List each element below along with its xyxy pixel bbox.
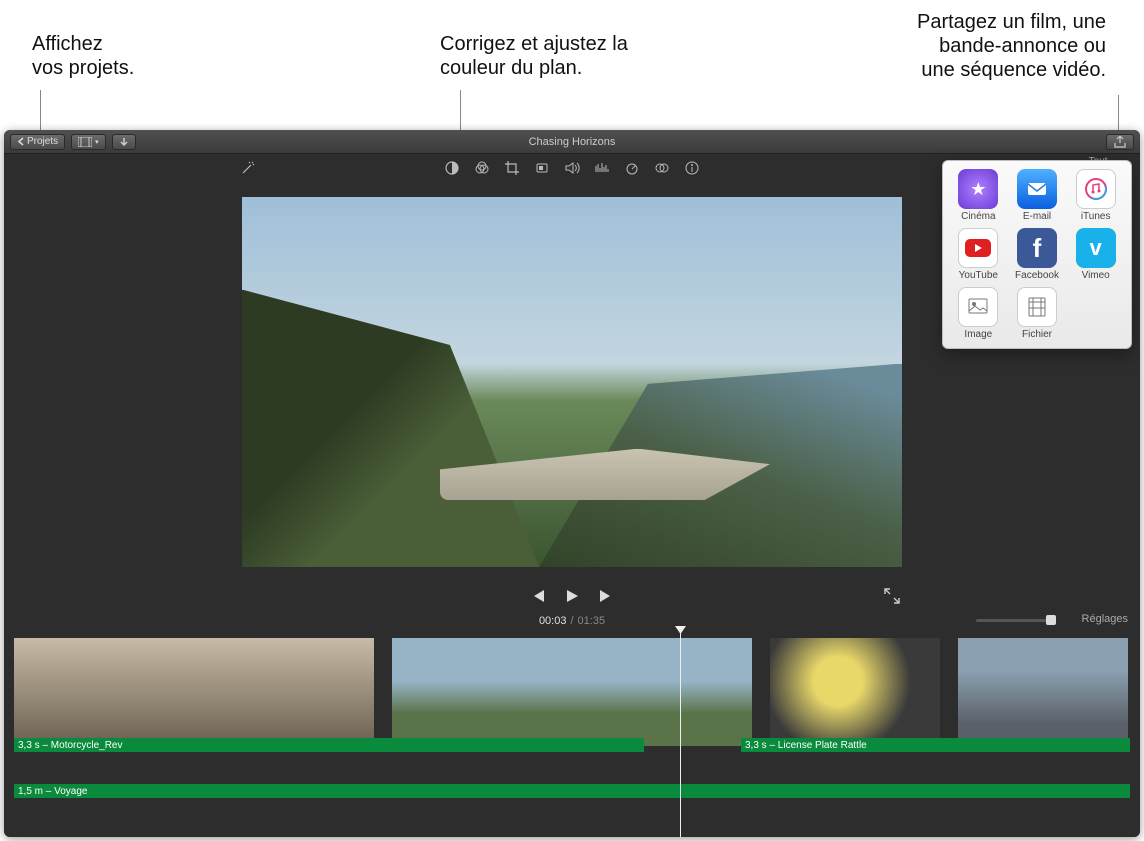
- back-label: Projets: [27, 136, 58, 147]
- video-track: [14, 638, 1130, 750]
- preview-frame[interactable]: [242, 197, 902, 567]
- timeline-clip[interactable]: [770, 638, 940, 746]
- youtube-icon: [958, 228, 998, 268]
- magic-wand-icon[interactable]: [240, 160, 256, 176]
- music-clip[interactable]: 1,5 m – Voyage: [14, 784, 1130, 798]
- callout-text: couleur du plan.: [440, 56, 628, 80]
- share-option-facebook[interactable]: f Facebook: [1008, 228, 1067, 281]
- callout-text: Partagez un film, une: [826, 10, 1106, 34]
- share-option-email[interactable]: E-mail: [1008, 169, 1067, 222]
- itunes-icon: [1076, 169, 1116, 209]
- share-popover: ★ Cinéma E-mail iTunes YouTube f Faceboo…: [942, 160, 1132, 349]
- share-label: Facebook: [1015, 270, 1059, 281]
- color-correction-icon[interactable]: [474, 160, 490, 176]
- import-button[interactable]: [112, 134, 136, 150]
- project-title: Chasing Horizons: [529, 136, 616, 148]
- playhead[interactable]: [680, 632, 681, 837]
- app-window: Projets ▾ Chasing Horizons: [4, 130, 1140, 837]
- callout-color: Corrigez et ajustez la couleur du plan.: [440, 32, 628, 80]
- file-icon: [1017, 287, 1057, 327]
- facebook-icon: f: [1017, 228, 1057, 268]
- share-option-vimeo[interactable]: v Vimeo: [1066, 228, 1125, 281]
- fullscreen-button[interactable]: [884, 588, 900, 604]
- callout-text: bande-annonce ou: [826, 34, 1106, 58]
- library-view-button[interactable]: ▾: [71, 134, 106, 150]
- callout-leader-line: [1118, 95, 1119, 132]
- clip-thumbnail: [392, 638, 572, 746]
- share-option-file[interactable]: Fichier: [1008, 287, 1067, 340]
- noise-reduction-icon[interactable]: [594, 160, 610, 176]
- timeline[interactable]: 3,3 s – Motorcycle_Rev 3,3 s – License P…: [4, 632, 1140, 837]
- download-arrow-icon: [119, 137, 129, 147]
- crop-icon[interactable]: [504, 160, 520, 176]
- clip-thumbnail: [194, 638, 374, 746]
- settings-button[interactable]: Réglages: [1082, 613, 1128, 625]
- speed-icon[interactable]: [624, 160, 640, 176]
- current-time: 00:03: [539, 615, 567, 627]
- time-separator: /: [570, 615, 573, 627]
- clip-thumbnail: [770, 638, 940, 746]
- share-label: Cinéma: [961, 211, 995, 222]
- info-icon[interactable]: [684, 160, 700, 176]
- filter-icon[interactable]: [654, 160, 670, 176]
- toolbar: Projets ▾ Chasing Horizons: [4, 130, 1140, 154]
- preview-image-content: [242, 290, 539, 568]
- chevron-down-icon: ▾: [95, 138, 99, 146]
- share-label: Fichier: [1022, 329, 1052, 340]
- share-option-cinema[interactable]: ★ Cinéma: [949, 169, 1008, 222]
- filmstrip-icon: [78, 137, 92, 147]
- clip-thumbnail: [958, 638, 1128, 746]
- share-label: Vimeo: [1082, 270, 1110, 281]
- share-label: Image: [964, 329, 992, 340]
- time-bar: 00:03 / 01:35 Réglages: [4, 610, 1140, 632]
- callout-text: Corrigez et ajustez la: [440, 32, 628, 56]
- annotation-layer: Affichez vos projets. Corrigez et ajuste…: [0, 0, 1144, 130]
- timeline-clip[interactable]: [14, 638, 374, 746]
- back-to-projects-button[interactable]: Projets: [10, 134, 65, 150]
- cinema-icon: ★: [958, 169, 998, 209]
- callout-share: Partagez un film, une bande-annonce ou u…: [826, 10, 1106, 82]
- share-option-youtube[interactable]: YouTube: [949, 228, 1008, 281]
- next-frame-button[interactable]: [598, 589, 614, 603]
- timeline-clip[interactable]: [392, 638, 752, 746]
- audio-clip-label[interactable]: 3,3 s – License Plate Rattle: [741, 738, 1130, 752]
- share-label: iTunes: [1081, 211, 1111, 222]
- prev-frame-button[interactable]: [530, 589, 546, 603]
- zoom-knob[interactable]: [1046, 615, 1056, 625]
- play-button[interactable]: [564, 588, 580, 604]
- share-label: YouTube: [959, 270, 998, 281]
- stabilize-icon[interactable]: [534, 160, 550, 176]
- callout-text: vos projets.: [32, 56, 134, 80]
- clip-thumbnail: [14, 638, 194, 746]
- total-time: 01:35: [578, 615, 606, 627]
- share-button[interactable]: [1106, 134, 1134, 150]
- volume-icon[interactable]: [564, 160, 580, 176]
- share-label: E-mail: [1023, 211, 1051, 222]
- zoom-track: [976, 619, 1056, 622]
- callout-text: une séquence vidéo.: [826, 58, 1106, 82]
- share-option-itunes[interactable]: iTunes: [1066, 169, 1125, 222]
- color-balance-icon[interactable]: [444, 160, 460, 176]
- music-track: 1,5 m – Voyage: [14, 784, 1130, 798]
- share-option-image[interactable]: Image: [949, 287, 1008, 340]
- share-icon: [1114, 136, 1126, 148]
- zoom-slider[interactable]: [976, 614, 1056, 626]
- playback-controls: [4, 582, 1140, 610]
- callout-text: Affichez: [32, 32, 134, 56]
- mail-icon: [1017, 169, 1057, 209]
- callout-leader-line: [40, 90, 41, 132]
- clip-thumbnail: [572, 638, 752, 746]
- chevron-left-icon: [17, 137, 24, 146]
- toolbar-left: Projets ▾: [10, 134, 136, 150]
- vimeo-icon: v: [1076, 228, 1116, 268]
- callout-projects: Affichez vos projets.: [32, 32, 134, 80]
- image-icon: [958, 287, 998, 327]
- audio-clip-label[interactable]: 3,3 s – Motorcycle_Rev: [14, 738, 644, 752]
- timeline-clip[interactable]: [958, 638, 1128, 746]
